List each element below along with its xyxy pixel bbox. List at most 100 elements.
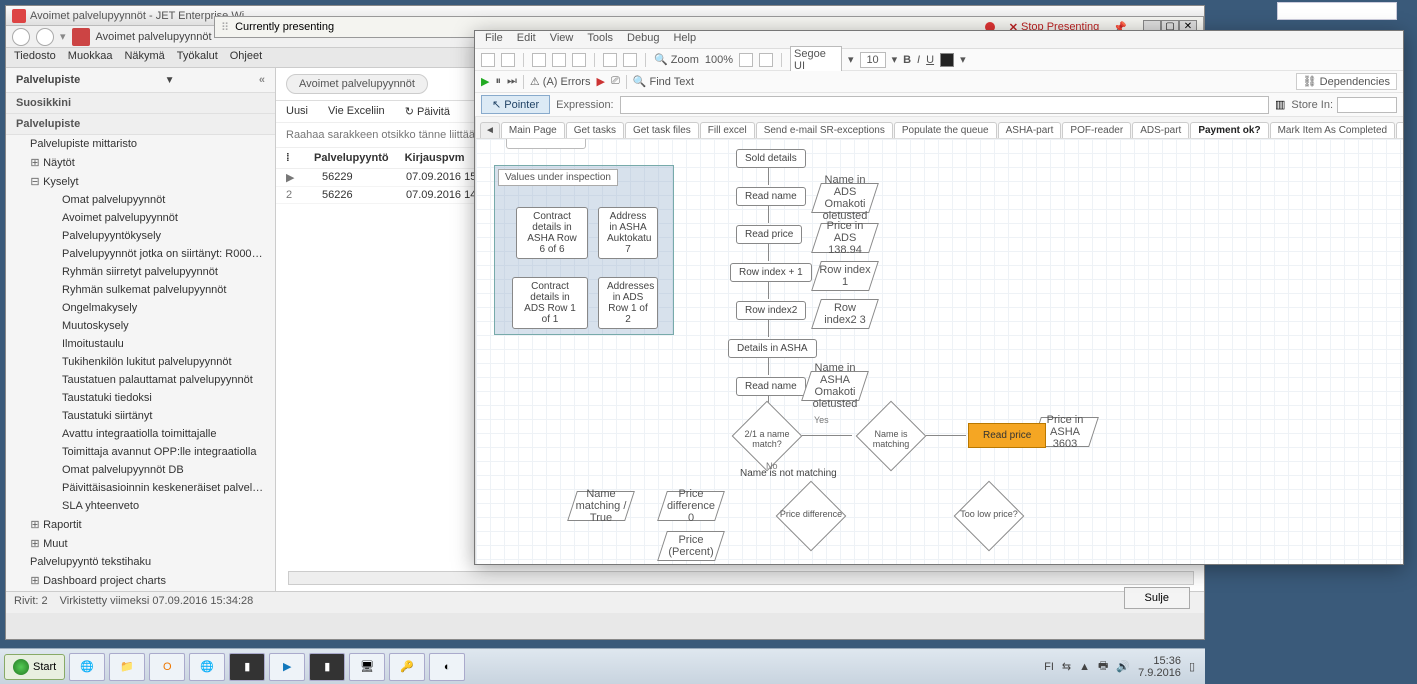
nav-forward-button[interactable] [36, 28, 54, 46]
store-in-input[interactable] [1337, 97, 1397, 113]
sidebar-item[interactable]: Ilmoitustaulu [6, 335, 275, 353]
page-tab[interactable]: ASHA-part [998, 122, 1062, 138]
tray-lang[interactable]: FI [1044, 661, 1054, 673]
taskbar-explorer-icon[interactable]: 📁 [109, 653, 145, 681]
tray-showdesktop[interactable]: ▯ [1189, 660, 1195, 673]
tool-new[interactable]: Uusi [286, 105, 308, 118]
action-stage[interactable]: Read name [736, 377, 806, 396]
print-icon[interactable] [501, 53, 515, 67]
taskbar-ie2-icon[interactable]: 🌐 [189, 653, 225, 681]
action-stage-highlighted[interactable]: Read price [968, 423, 1046, 448]
decision-stage[interactable]: 2/1 a name match? [732, 415, 802, 457]
sidebar-item[interactable]: Taustatuki tiedoksi [6, 389, 275, 407]
sidebar-item[interactable]: Palvelupyyntökysely [6, 227, 275, 245]
close-button[interactable]: Sulje [1124, 587, 1190, 609]
pause-icon[interactable]: ⏸ [495, 75, 501, 88]
menu-debug[interactable]: Debug [627, 32, 659, 47]
sidebar-item[interactable]: Toimittaja avannut OPP:lle integraatioll… [6, 443, 275, 461]
action-stage[interactable]: Read name [736, 187, 806, 206]
save-icon[interactable] [481, 53, 495, 67]
taskbar-app2-icon[interactable]: ◐ [429, 653, 465, 681]
action-stage[interactable]: Sold details [736, 149, 806, 168]
sidebar-item[interactable]: Palvelupiste mittaristo [6, 135, 275, 153]
tool-excel[interactable]: Vie Exceliin [328, 105, 385, 118]
play-icon[interactable]: ▶ [481, 75, 489, 88]
sidebar-item[interactable]: SLA yhteenveto [6, 497, 275, 515]
menu-help[interactable]: Ohjeet [230, 50, 262, 65]
page-tab[interactable]: Send e-mail SR-exceptions [756, 122, 893, 138]
sidebar-header[interactable]: Palvelupiste ▼ « [6, 68, 275, 93]
menu-view[interactable]: Näkymä [124, 50, 164, 65]
sidebar-item[interactable]: Avoimet palvelupyynnöt [6, 209, 275, 227]
sidebar-item[interactable]: Ryhmän sulkemat palvelupyynnöt [6, 281, 275, 299]
font-select[interactable]: Segoe UI [790, 46, 842, 74]
sidebar-item[interactable]: ⊞ Muut [6, 534, 275, 553]
collection-stage[interactable]: Addresses in ADS Row 1 of 2 [598, 277, 658, 329]
menu-edit[interactable]: Edit [517, 32, 536, 47]
sidebar-item[interactable]: Ongelmakysely [6, 299, 275, 317]
action-stage[interactable]: Details in ASHA [728, 339, 817, 358]
sidebar-item[interactable]: Ryhmän siirretyt palvelupyynnöt [6, 263, 275, 281]
page-tab[interactable]: Payment ok? [1190, 122, 1268, 138]
sidebar-item[interactable]: ⊟ Kyselyt [6, 172, 275, 191]
page-tab[interactable]: Populate the queue [894, 122, 997, 138]
tray-clock[interactable]: 15:36 7.9.2016 [1138, 655, 1181, 679]
nav-back-button[interactable] [12, 28, 30, 46]
process-canvas[interactable]: Values under inspection Contract details… [476, 139, 1403, 564]
menu-tools[interactable]: Työkalut [177, 50, 218, 65]
sidebar-item[interactable]: Omat palvelupyynnöt [6, 191, 275, 209]
paste-icon[interactable] [572, 53, 586, 67]
tool-refresh[interactable]: ↻ Päivitä [405, 105, 450, 118]
calc-stage[interactable]: Name is not matching [732, 465, 845, 482]
calc-stage[interactable]: Row index2 [736, 301, 806, 320]
sidebar-item[interactable]: ⊞ Raportit [6, 515, 275, 534]
menu-file[interactable]: File [485, 32, 503, 47]
collection-stage[interactable]: Address in ASHA Auktokatu 7 [598, 207, 658, 259]
sidebar-item[interactable]: Palvelupyynnöt jotka on siirtänyt: R0000… [6, 245, 275, 263]
taskbar-blueprism-icon[interactable]: ▶ [269, 653, 305, 681]
tray-up-icon[interactable]: ▲ [1079, 661, 1090, 673]
tray-volume-icon[interactable]: 🔊 [1116, 660, 1130, 673]
sidebar-item[interactable]: Muutoskysely [6, 317, 275, 335]
zoom-value[interactable]: 100% [705, 54, 733, 66]
pointer-tool[interactable]: ↖ Pointer [481, 95, 550, 114]
menu-help[interactable]: Help [673, 32, 696, 47]
page-tab[interactable]: POF-reader [1062, 122, 1131, 138]
decision-stage[interactable]: Name is matching [856, 415, 926, 457]
decision-stage[interactable]: Price difference [776, 495, 846, 537]
taskbar-key-icon[interactable]: 🔑 [389, 653, 425, 681]
sidebar-item[interactable]: Tukihenkilön lukitut palvelupyynnöt [6, 353, 275, 371]
sidebar-item[interactable]: ⊞ For Testing assistance [6, 590, 275, 591]
menu-tools[interactable]: Tools [587, 32, 613, 47]
cut-icon[interactable] [532, 53, 546, 67]
block-label[interactable]: Values under inspection [498, 169, 618, 186]
italic-button[interactable]: I [917, 54, 920, 66]
sidebar-item[interactable]: ⊞ Dashboard project charts [6, 571, 275, 590]
page-tab[interactable]: Get tasks [566, 122, 624, 138]
sidebar-item[interactable]: ⊞ Näytöt [6, 153, 275, 172]
taskbar-cmd-icon[interactable]: ▮ [229, 653, 265, 681]
sidebar-item[interactable]: Avattu integraatiolla toimittajalle [6, 425, 275, 443]
errors-button[interactable]: ⚠ (A) Errors [530, 75, 591, 88]
fontsize-input[interactable]: 10 [860, 52, 886, 68]
sidebar-section-main[interactable]: Palvelupiste [6, 114, 275, 135]
find-text-button[interactable]: 🔍 Find Text [633, 75, 694, 88]
page-tab[interactable]: Main Page [501, 122, 565, 138]
sidebar-item[interactable]: Päivittäisasioinnin keskeneräiset palvel… [6, 479, 275, 497]
menu-view[interactable]: View [550, 32, 574, 47]
layout-icon[interactable]: ⎚ [611, 75, 620, 88]
menu-file[interactable]: Tiedosto [14, 50, 56, 65]
empty-stage[interactable] [506, 139, 586, 149]
zoom-in-icon[interactable] [759, 53, 773, 67]
menu-edit[interactable]: Muokkaa [68, 50, 113, 65]
underline-button[interactable]: U [926, 54, 934, 66]
sidebar-item[interactable]: Palvelupyyntö tekstihaku [6, 553, 275, 571]
expression-input[interactable] [620, 96, 1269, 114]
page-tab[interactable]: Mark Item As Exception [1396, 122, 1403, 138]
action-stage[interactable]: Read price [736, 225, 802, 244]
color-picker[interactable] [940, 53, 954, 67]
col-header[interactable]: Palvelupyyntö [314, 152, 389, 164]
sidebar-item[interactable]: Taustatuen palauttamat palvelupyynnöt [6, 371, 275, 389]
calc-stage[interactable]: Row index + 1 [730, 263, 812, 282]
zoom-out-icon[interactable] [739, 53, 753, 67]
